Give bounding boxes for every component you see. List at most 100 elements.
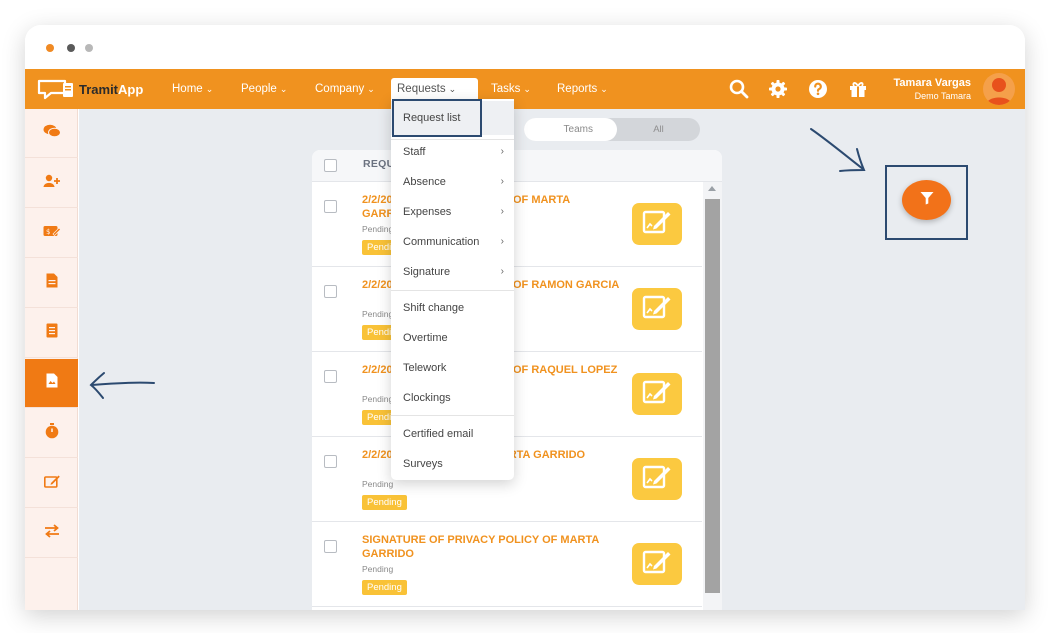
nav-people[interactable]: People ⌄ (235, 78, 293, 100)
app-window: TramitApp Home ⌄ People ⌄ Company ⌄ Request… (25, 25, 1025, 610)
menu-item-shift-change[interactable]: Shift change (391, 293, 514, 323)
nav-people-label: People (241, 83, 277, 95)
row-checkbox[interactable] (324, 540, 337, 553)
sidebar-item-list[interactable] (25, 309, 78, 358)
sidebar-item-time[interactable] (25, 409, 78, 458)
sidebar-item-documents[interactable] (25, 259, 78, 308)
edit-document-icon (642, 379, 672, 410)
menu-item-signature[interactable]: Signature › (391, 257, 514, 287)
menu-item-communication[interactable]: Communication › (391, 227, 514, 257)
sidebar-item-transfer[interactable] (25, 509, 78, 558)
main-content: Teams All REQUESTS 2/2/2023 MONTHLY REPO… (79, 109, 1025, 610)
document-icon (46, 273, 58, 293)
status-badge: Pending (362, 580, 407, 595)
menu-item-label: Staff (403, 146, 426, 158)
window-dot-orange (46, 44, 54, 52)
chevron-right-icon: › (500, 236, 504, 247)
request-status: Pending (362, 564, 394, 574)
gear-icon[interactable] (766, 77, 790, 101)
chevron-right-icon: › (500, 176, 504, 187)
chevron-down-icon: ⌄ (600, 84, 608, 94)
sidebar-item-signature[interactable] (25, 459, 78, 508)
user-info[interactable]: Tamara Vargas Demo Tamara (894, 76, 971, 102)
sidebar-item-expenses[interactable]: $ (25, 209, 78, 258)
request-status: Pending (362, 479, 394, 489)
menu-item-label: Clockings (403, 392, 451, 404)
chevron-down-icon: ⌄ (523, 84, 531, 94)
requests-panel-header: REQUESTS (312, 150, 722, 182)
toggle-all[interactable]: All (617, 118, 700, 141)
edit-request-button[interactable] (632, 458, 682, 500)
help-icon[interactable] (806, 77, 830, 101)
menu-item-label: Telework (403, 362, 447, 374)
edit-request-button[interactable] (632, 288, 682, 330)
top-navbar: TramitApp Home ⌄ People ⌄ Company ⌄ Request… (25, 69, 1025, 109)
menu-item-telework[interactable]: Telework (391, 353, 514, 383)
menu-item-surveys[interactable]: Surveys (391, 449, 514, 479)
menu-item-label: Surveys (403, 458, 443, 470)
scope-toggle[interactable]: Teams All (524, 118, 700, 141)
menu-item-clockings[interactable]: Clockings (391, 383, 514, 413)
select-all-checkbox[interactable] (324, 159, 337, 172)
sidebar-item-add-user[interactable] (25, 159, 78, 208)
edit-request-button[interactable] (632, 203, 682, 245)
edit-document-icon (642, 464, 672, 495)
annotation-arrow-left (86, 370, 158, 400)
menu-item-label: Overtime (403, 332, 448, 344)
scroll-up-icon[interactable] (708, 186, 716, 191)
avatar[interactable] (983, 73, 1015, 105)
edit-request-button[interactable] (632, 543, 682, 585)
sidebar-item-requests[interactable] (25, 359, 78, 408)
menu-item-overtime[interactable]: Overtime (391, 323, 514, 353)
edit-document-icon (642, 209, 672, 240)
request-status: Pending (362, 394, 394, 404)
window-dot-light (85, 44, 93, 52)
app-logo[interactable]: TramitApp (37, 75, 143, 103)
menu-item-label: Shift change (403, 302, 465, 314)
logo-text: TramitApp (79, 82, 143, 97)
user-company: Demo Tamara (914, 91, 971, 101)
scrollbar[interactable] (703, 182, 722, 610)
menu-item-certified-email[interactable]: Certified email (391, 419, 514, 449)
chat-icon (43, 124, 61, 143)
menu-item-absence[interactable]: Absence › (391, 167, 514, 197)
edit-request-button[interactable] (632, 373, 682, 415)
nav-tasks[interactable]: Tasks ⌄ (485, 78, 537, 100)
nav-reports-label: Reports (557, 83, 598, 95)
requests-dropdown-menu: Request list Staff › Absence › Expenses › C… (391, 99, 514, 480)
nav-requests-label: Requests (397, 83, 446, 95)
add-user-icon (43, 174, 61, 193)
svg-text:$: $ (46, 228, 50, 236)
nav-company[interactable]: Company ⌄ (309, 78, 381, 100)
user-name: Tamara Vargas (893, 77, 971, 89)
menu-item-staff[interactable]: Staff › (391, 137, 514, 167)
request-status: Pending (362, 309, 394, 319)
table-row[interactable]: SIGNATURE OF PRIVACY POLICY OF MARTA GAR… (312, 522, 702, 607)
gift-icon[interactable] (846, 77, 870, 101)
expense-card-icon: $ (43, 224, 61, 242)
status-badge: Pending (362, 495, 407, 510)
chevron-down-icon: ⌄ (205, 84, 214, 94)
chevron-down-icon: ⌄ (367, 84, 375, 94)
chevron-right-icon: › (500, 266, 504, 277)
menu-item-label: Signature (403, 266, 451, 278)
search-icon[interactable] (727, 77, 751, 101)
filter-button[interactable] (902, 180, 951, 220)
menu-item-expenses[interactable]: Expenses › (391, 197, 514, 227)
scrollbar-thumb[interactable] (705, 199, 720, 593)
row-checkbox[interactable] (324, 285, 337, 298)
sidebar-item-chat[interactable] (25, 109, 78, 158)
row-checkbox[interactable] (324, 200, 337, 213)
nav-reports[interactable]: Reports ⌄ (551, 78, 614, 100)
window-dot-dark (67, 44, 75, 52)
request-title[interactable]: SIGNATURE OF PRIVACY POLICY OF MARTA GAR… (362, 533, 624, 561)
row-checkbox[interactable] (324, 455, 337, 468)
filter-highlight-box (885, 165, 968, 240)
menu-highlight-box (392, 99, 482, 137)
nav-home[interactable]: Home ⌄ (166, 78, 219, 100)
chevron-down-icon: ⌄ (448, 84, 457, 94)
request-document-icon (46, 373, 58, 393)
row-checkbox[interactable] (324, 370, 337, 383)
toggle-teams[interactable]: Teams (524, 118, 617, 141)
logo-icon (37, 77, 77, 101)
